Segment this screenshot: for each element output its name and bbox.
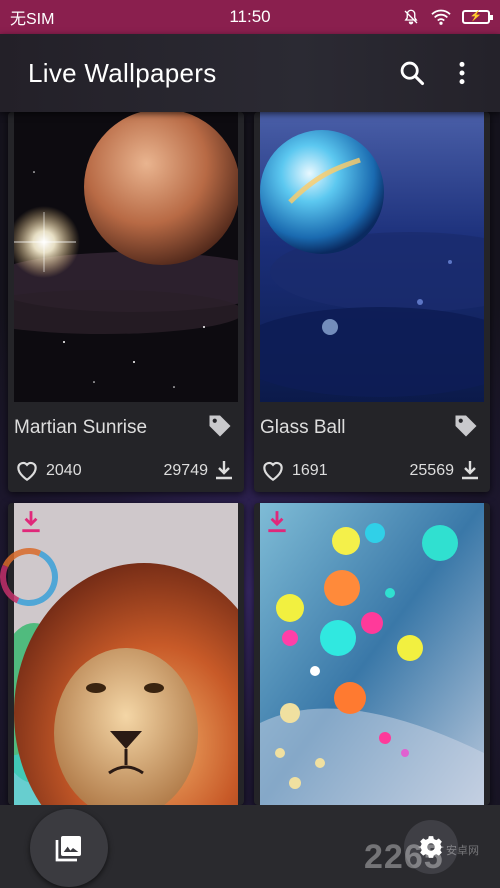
wallpaper-card[interactable]: Glass Ball 1691 25569	[254, 112, 490, 492]
wallpaper-thumbnail[interactable]	[14, 503, 238, 805]
wallpaper-title: Glass Ball	[260, 417, 346, 438]
gallery-button[interactable]	[30, 809, 108, 887]
search-button[interactable]	[392, 53, 432, 93]
status-time: 11:50	[229, 7, 271, 26]
download-count: 29749	[163, 462, 209, 479]
bubbles-image	[260, 503, 484, 805]
wallpaper-card[interactable]: Martian Sunrise 2040 29749	[8, 112, 244, 492]
like-count: 1691	[292, 462, 328, 479]
more-vert-icon	[459, 61, 465, 85]
tag-icon[interactable]	[206, 412, 234, 440]
download-icon[interactable]	[212, 458, 236, 482]
heart-icon[interactable]	[260, 457, 286, 483]
downloaded-icon	[22, 511, 40, 533]
wallpaper-thumbnail[interactable]	[260, 112, 484, 402]
page-title: Live Wallpapers	[28, 57, 217, 88]
wallpaper-card[interactable]	[254, 503, 490, 805]
like-count: 2040	[46, 462, 82, 479]
watermark: 2265	[364, 838, 444, 876]
status-bar: 无SIM 11:50 ⚡	[0, 0, 500, 34]
wallpaper-card[interactable]	[8, 503, 244, 805]
carrier-label: 无SIM	[10, 11, 55, 28]
wallpaper-thumbnail[interactable]	[14, 112, 238, 402]
more-menu-button[interactable]	[442, 53, 482, 93]
photo-library-icon	[55, 836, 81, 862]
lion-image	[14, 503, 238, 805]
mute-icon	[404, 9, 418, 25]
status-icons: ⚡	[370, 8, 493, 26]
app-bar: Live Wallpapers	[0, 34, 500, 112]
martian-sunrise-image	[14, 112, 238, 402]
tag-icon[interactable]	[452, 412, 480, 440]
downloaded-icon	[268, 511, 286, 533]
download-icon[interactable]	[458, 458, 482, 482]
wifi-icon	[431, 9, 451, 25]
download-count: 25569	[409, 462, 455, 479]
wallpaper-title: Martian Sunrise	[14, 417, 148, 438]
watermark-sub: 安卓网	[446, 845, 479, 857]
battery-icon: ⚡	[462, 10, 493, 24]
heart-icon[interactable]	[14, 457, 40, 483]
search-icon	[400, 61, 425, 86]
wallpaper-thumbnail[interactable]	[260, 503, 484, 805]
glass-ball-image	[260, 112, 484, 402]
